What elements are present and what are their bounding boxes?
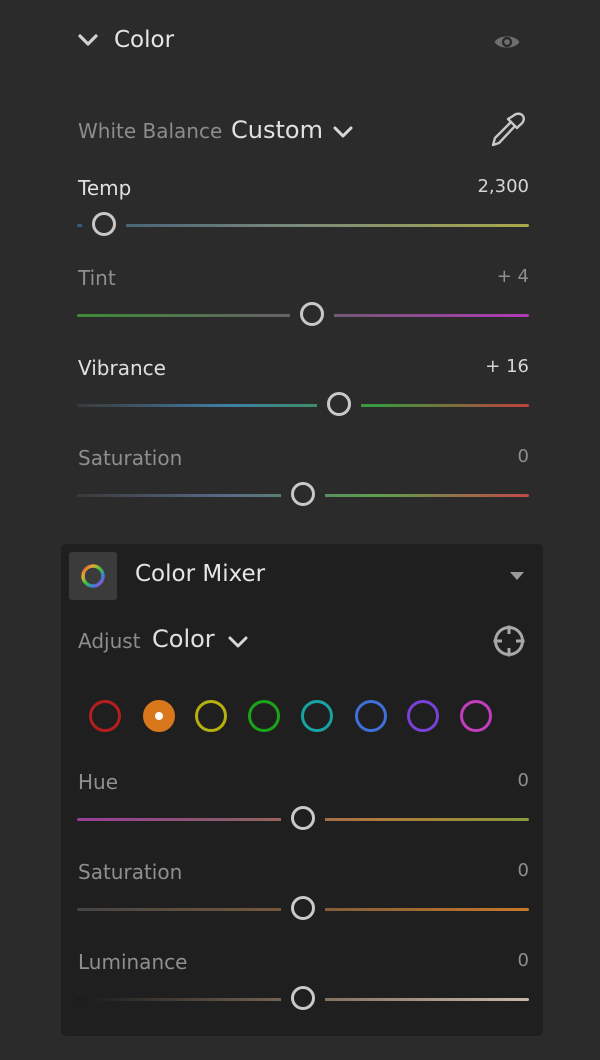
adjust-dropdown[interactable]: Color xyxy=(152,625,215,653)
targeted-adjustment-icon[interactable] xyxy=(492,624,526,658)
swatch-magenta[interactable] xyxy=(460,700,492,732)
temp-slider-track[interactable] xyxy=(77,224,529,227)
mixer-saturation-label: Saturation xyxy=(78,860,183,884)
section-title-color[interactable]: Color xyxy=(114,27,174,53)
vibrance-label: Vibrance xyxy=(78,356,166,380)
swatch-yellow[interactable] xyxy=(195,700,227,732)
mixer-saturation-slider-thumb[interactable] xyxy=(291,896,315,920)
eyedropper-icon[interactable] xyxy=(487,110,527,150)
saturation-slider-thumb[interactable] xyxy=(291,482,315,506)
adjust-label: Adjust xyxy=(78,629,141,653)
white-balance-dropdown[interactable]: Custom xyxy=(231,116,323,144)
swatch-aqua[interactable] xyxy=(301,700,333,732)
tint-slider-thumb[interactable] xyxy=(300,302,325,326)
chevron-down-icon[interactable] xyxy=(78,33,98,49)
color-mixer-icon-button[interactable] xyxy=(69,552,117,600)
caret-down-icon[interactable] xyxy=(508,570,526,582)
temp-slider-thumb[interactable] xyxy=(92,212,117,236)
vibrance-value[interactable]: + 16 xyxy=(409,356,529,377)
color-wheel-icon xyxy=(81,564,105,588)
luminance-value[interactable]: 0 xyxy=(409,950,529,971)
vibrance-slider-thumb[interactable] xyxy=(327,392,352,416)
hue-value[interactable]: 0 xyxy=(409,770,529,791)
mixer-saturation-value[interactable]: 0 xyxy=(409,860,529,881)
tint-value[interactable]: + 4 xyxy=(409,266,529,287)
tint-label: Tint xyxy=(78,266,116,290)
swatch-green[interactable] xyxy=(248,700,280,732)
swatch-red[interactable] xyxy=(89,700,121,732)
temp-label: Temp xyxy=(78,176,132,200)
saturation-value[interactable]: 0 xyxy=(409,446,529,467)
swatch-blue[interactable] xyxy=(355,700,387,732)
luminance-slider-thumb[interactable] xyxy=(291,986,315,1010)
white-balance-label: White Balance xyxy=(78,119,223,143)
eye-icon[interactable] xyxy=(493,31,521,53)
swatch-purple[interactable] xyxy=(407,700,439,732)
chevron-down-icon[interactable] xyxy=(332,124,354,140)
hue-slider-thumb[interactable] xyxy=(291,806,315,830)
hue-label: Hue xyxy=(78,770,119,794)
swatch-orange[interactable] xyxy=(143,700,175,732)
temp-value[interactable]: 2,300 xyxy=(409,176,529,197)
color-mixer-title[interactable]: Color Mixer xyxy=(135,561,265,587)
vibrance-slider-track[interactable] xyxy=(77,404,529,407)
luminance-label: Luminance xyxy=(78,950,188,974)
chevron-down-icon[interactable] xyxy=(227,634,249,650)
saturation-label: Saturation xyxy=(78,446,183,470)
